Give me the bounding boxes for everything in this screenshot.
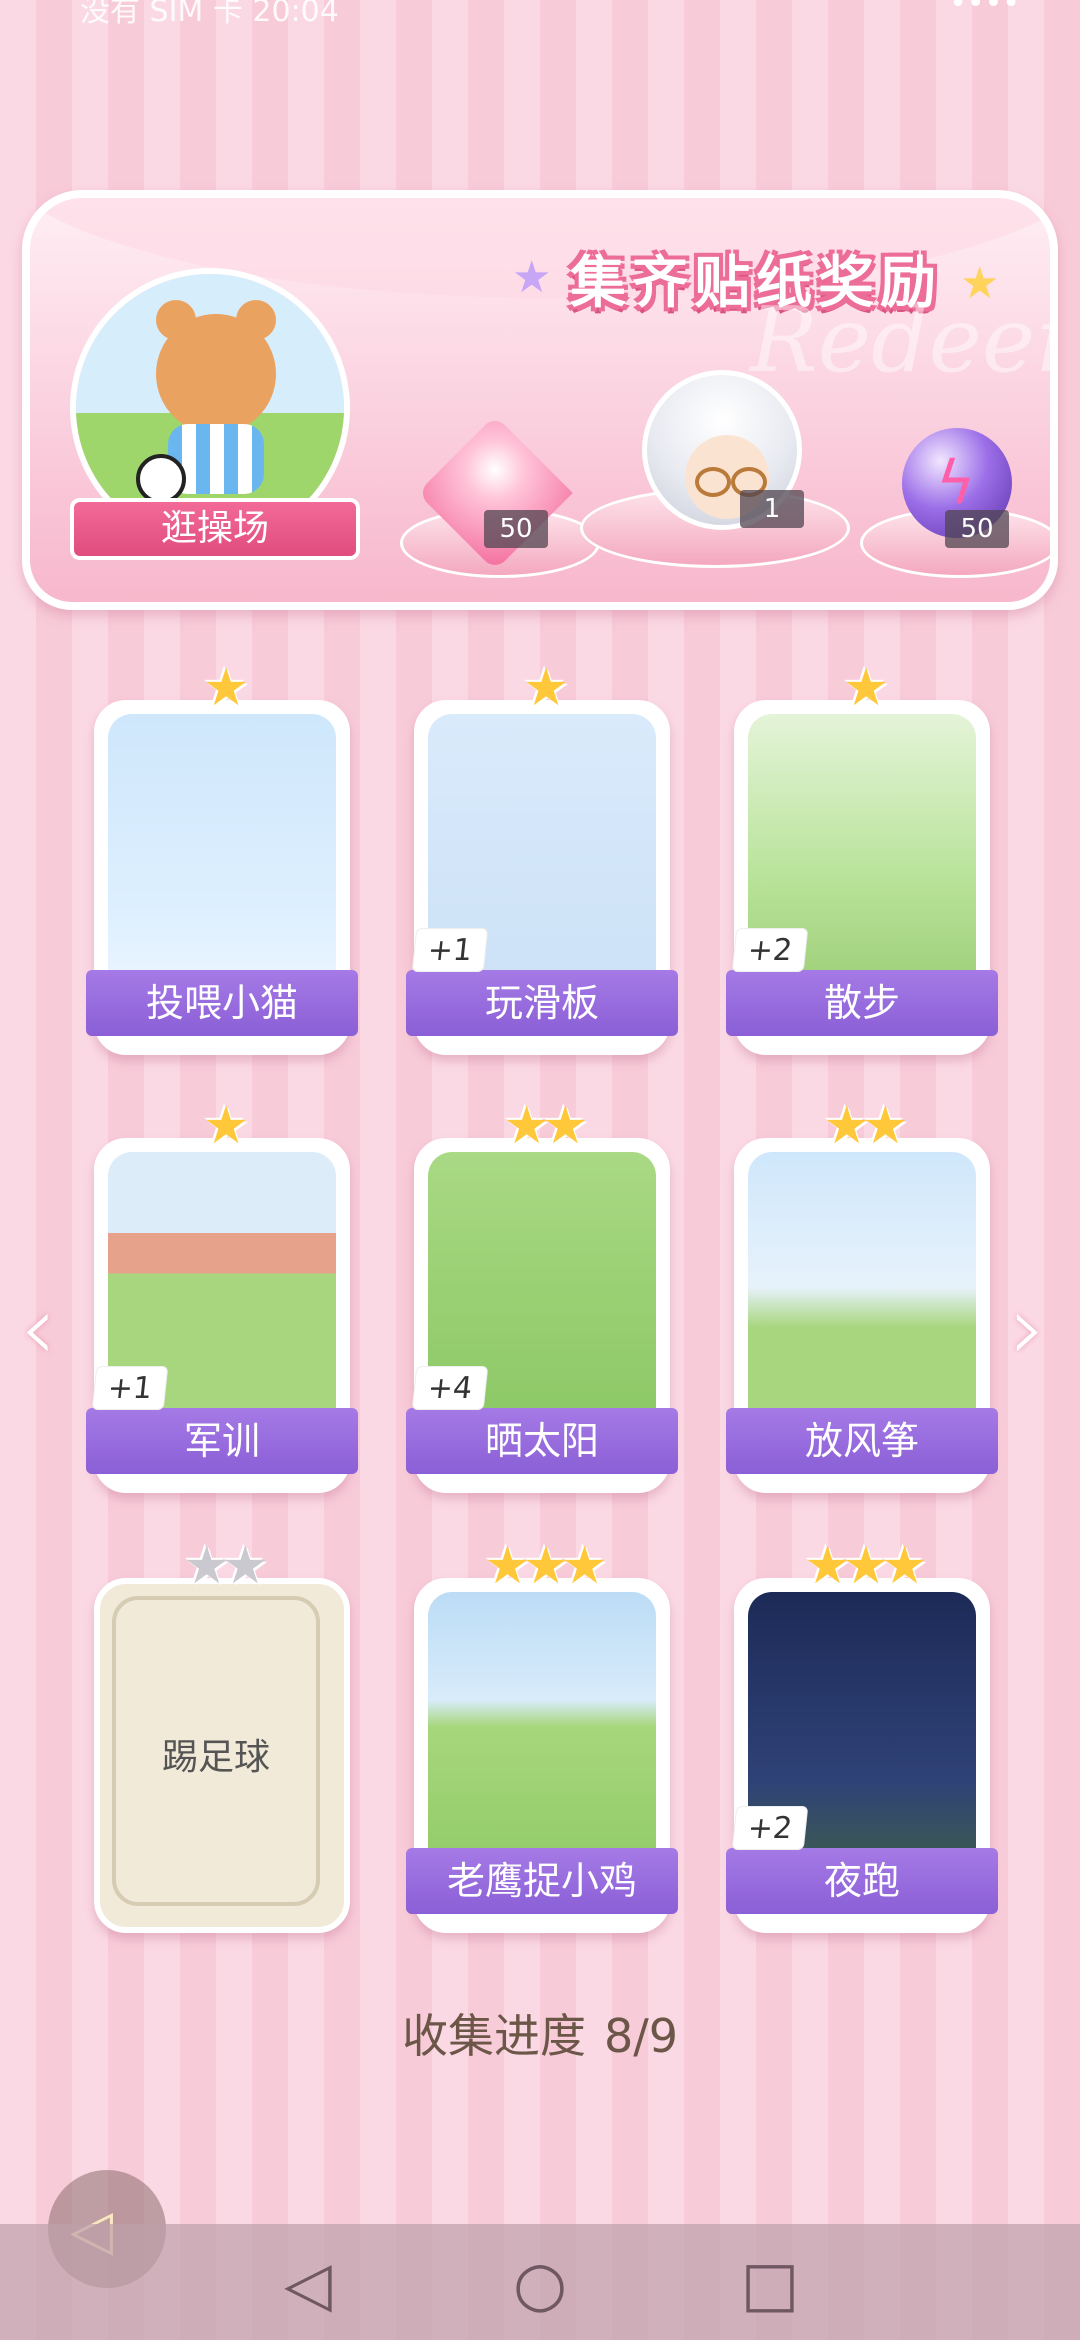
sticker-label: 踢足球 xyxy=(161,1737,270,1778)
sticker-card[interactable]: 玩滑板 +1 ★ xyxy=(406,658,678,1055)
sticker-card[interactable]: 散步 +2 ★ xyxy=(726,658,998,1055)
nav-back-icon[interactable]: ◁ xyxy=(270,2246,346,2322)
sticker-label: 老鹰捉小鸡 xyxy=(406,1848,678,1914)
sticker-illustration xyxy=(428,1592,656,1862)
sticker-card[interactable]: 军训 +1 ★ xyxy=(86,1096,358,1493)
progress-label: 收集进度 xyxy=(401,2009,586,2063)
collection-progress: 收集进度 8/9 xyxy=(0,2000,1080,2066)
prev-page-arrow-icon[interactable]: ‹ xyxy=(20,1276,56,1381)
star-rating-icon: ★★★ xyxy=(804,1536,928,1596)
sticker-label: 放风筝 xyxy=(726,1408,998,1474)
sticker-card[interactable]: 晒太阳 +4 ★★ xyxy=(406,1096,678,1493)
sticker-card[interactable]: 投喂小猫 ★ xyxy=(86,658,358,1055)
sticker-label: 玩滑板 xyxy=(406,970,678,1036)
star-rating-icon: ★★ xyxy=(503,1096,588,1156)
sticker-illustration xyxy=(108,714,336,984)
reward-qty: 50 xyxy=(945,510,1009,548)
playground-button[interactable]: 逛操场 xyxy=(70,498,360,560)
star-rating-icon: ★ xyxy=(202,1096,250,1156)
nav-home-icon[interactable]: ○ xyxy=(502,2246,578,2322)
star-rating-icon: ★★★ xyxy=(484,1536,608,1596)
star-rating-icon: ★ xyxy=(522,658,570,718)
sticker-label: 投喂小猫 xyxy=(86,970,358,1036)
sticker-label: 夜跑 xyxy=(726,1848,998,1914)
sticker-label: 军训 xyxy=(86,1408,358,1474)
sticker-card[interactable]: 放风筝 ★★ xyxy=(726,1096,998,1493)
nav-recent-icon[interactable]: □ xyxy=(732,2246,808,2322)
status-left: 没有 SIM 卡 20:04 xyxy=(80,0,339,24)
sticker-count-tag: +1 xyxy=(411,928,489,972)
sticker-label: 散步 xyxy=(726,970,998,1036)
star-rating-icon: ★★ xyxy=(183,1536,268,1596)
star-decoration-icon: ★ xyxy=(512,252,552,303)
redeem-watermark: Redeem xyxy=(750,288,1050,393)
sticker-illustration xyxy=(748,1152,976,1422)
reward-qty: 1 xyxy=(740,490,804,528)
sticker-count-tag: +4 xyxy=(411,1366,489,1410)
status-bar: 没有 SIM 卡 20:04 •••• xyxy=(0,0,1080,24)
sticker-count-tag: +1 xyxy=(91,1366,169,1410)
next-page-arrow-icon[interactable]: › xyxy=(1010,1276,1046,1381)
lightning-icon: ϟ xyxy=(936,448,976,518)
soccer-ball-icon xyxy=(136,454,186,504)
reward-panel: ★ 集齐贴纸奖励 ★ Redeem 逛操场 50 1 ϟ 50 xyxy=(22,190,1058,610)
sticker-card[interactable]: 踢足球 ★★ xyxy=(94,1536,350,1933)
bear-icon xyxy=(156,300,276,434)
progress-value: 8/9 xyxy=(603,2009,679,2063)
status-right: •••• xyxy=(949,0,1020,21)
sticker-count-tag: +2 xyxy=(731,928,809,972)
star-rating-icon: ★★ xyxy=(823,1096,908,1156)
sticker-card[interactable]: 老鹰捉小鸡 ★★★ xyxy=(406,1536,678,1933)
sticker-label: 晒太阳 xyxy=(406,1408,678,1474)
star-rating-icon: ★ xyxy=(202,658,250,718)
sticker-card[interactable]: 夜跑 +2 ★★★ xyxy=(726,1536,998,1933)
reward-qty: 50 xyxy=(484,510,548,548)
star-rating-icon: ★ xyxy=(842,658,890,718)
sticker-count-tag: +2 xyxy=(731,1806,809,1850)
system-nav-bar: ◁ ○ □ xyxy=(0,2224,1080,2340)
